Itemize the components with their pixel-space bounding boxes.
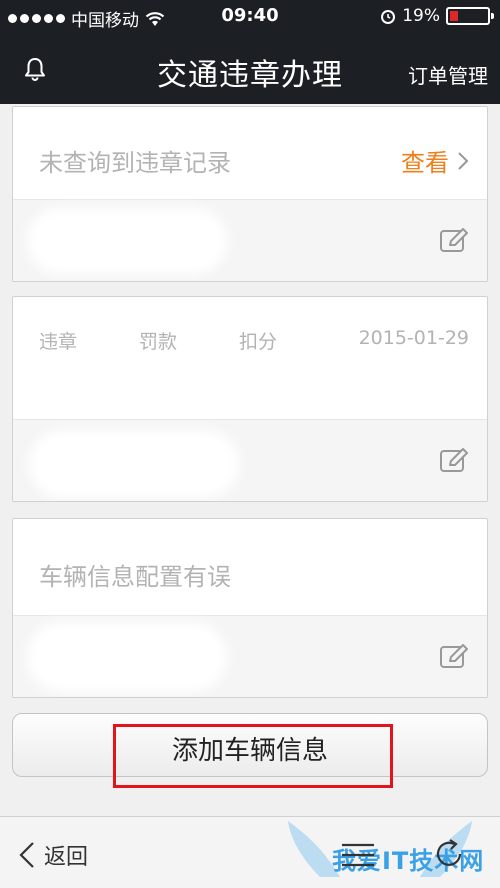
- redacted-plate: [29, 430, 239, 498]
- plate-row: [13, 419, 487, 501]
- chevron-left-icon: [19, 842, 34, 868]
- chevron-right-icon: [458, 151, 469, 170]
- status-bar: 中国移动 09:40 19%: [0, 0, 500, 32]
- alarm-icon: [381, 10, 396, 24]
- fine-label: 罚款: [139, 331, 178, 353]
- back-label: 返回: [44, 845, 89, 870]
- edit-icon[interactable]: [439, 448, 469, 474]
- bottom-toolbar: 返回 我爱IT技术网: [0, 816, 500, 888]
- vehicle-card-3[interactable]: 车辆信息配置有误: [12, 518, 488, 698]
- battery-percent: 19%: [402, 6, 440, 26]
- battery-icon: [446, 7, 494, 25]
- plate-row: [13, 615, 487, 697]
- nav-bar: 交通违章办理 订单管理: [0, 32, 500, 104]
- query-date: 2015-01-29: [358, 327, 469, 349]
- plate-row: [13, 199, 487, 281]
- order-management-button[interactable]: 订单管理: [408, 60, 488, 89]
- edit-icon[interactable]: [439, 644, 469, 670]
- highlight-annotation: [113, 724, 393, 788]
- menu-icon[interactable]: [340, 841, 376, 869]
- view-link-label: 查看: [401, 149, 449, 177]
- violation-label: 违章: [39, 331, 78, 353]
- edit-icon[interactable]: [439, 228, 469, 254]
- vehicle-card-2[interactable]: 违章 罚款 扣分 2015-01-29: [12, 296, 488, 502]
- config-error-text: 车辆信息配置有误: [39, 563, 231, 591]
- status-right: 19%: [380, 6, 494, 26]
- vehicle-card-1[interactable]: 未查询到违章记录 查看: [12, 106, 488, 282]
- no-violation-text: 未查询到违章记录: [39, 149, 231, 177]
- back-button[interactable]: 返回: [18, 839, 88, 871]
- redacted-plate: [27, 208, 227, 274]
- refresh-icon[interactable]: [432, 837, 466, 871]
- app-header: 中国移动 09:40 19% 交通违章办理 订单管理: [0, 0, 500, 104]
- view-link[interactable]: 查看: [401, 143, 469, 178]
- redacted-plate: [27, 622, 227, 692]
- points-label: 扣分: [239, 331, 278, 353]
